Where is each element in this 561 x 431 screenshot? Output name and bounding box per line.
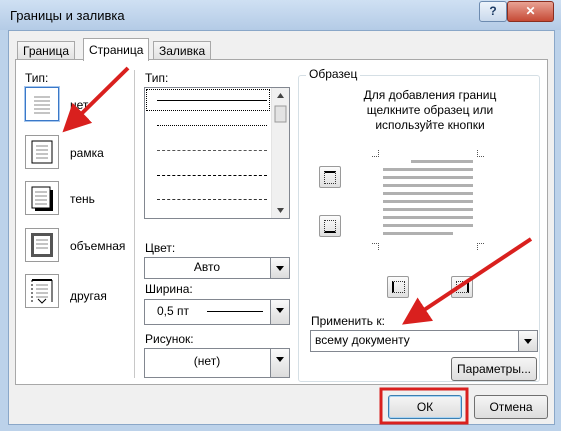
setting-custom-label: другая xyxy=(70,289,107,303)
width-value: 0,5 пт xyxy=(157,304,190,318)
preview-text-line xyxy=(383,184,473,187)
color-label: Цвет: xyxy=(145,241,176,255)
options-button[interactable]: Параметры... xyxy=(451,357,537,381)
preview-text-line xyxy=(383,176,473,179)
window-title: Границы и заливка xyxy=(10,8,125,23)
corner-mark xyxy=(372,243,379,250)
preview-text-line xyxy=(383,216,473,219)
art-value: (нет) xyxy=(193,354,221,368)
help-button[interactable]: ? xyxy=(479,1,507,22)
setting-custom-button[interactable] xyxy=(25,274,59,308)
custom-setting-icon xyxy=(31,279,53,304)
none-setting-icon xyxy=(34,96,50,114)
setting-box-button[interactable] xyxy=(25,135,59,169)
ok-button[interactable]: ОК xyxy=(388,395,462,419)
chevron-down-icon[interactable] xyxy=(270,349,289,377)
line-style-dotted[interactable] xyxy=(157,125,267,126)
3d-setting-icon xyxy=(31,233,53,257)
style-label: Тип: xyxy=(145,71,169,85)
setting-none-label: нет xyxy=(70,98,89,112)
bottom-border-icon xyxy=(324,220,336,233)
right-border-icon xyxy=(456,281,469,293)
preview-text-line xyxy=(383,224,473,227)
preview-text-line xyxy=(383,200,473,203)
art-combo[interactable]: (нет) xyxy=(144,348,290,378)
left-border-button[interactable] xyxy=(387,276,409,298)
setting-shadow-label: тень xyxy=(70,192,95,206)
dialog-window: Границы и заливка ? ✕ Граница Страница З… xyxy=(0,0,561,431)
shadow-setting-icon xyxy=(31,186,53,211)
width-label: Ширина: xyxy=(145,282,193,296)
setting-label: Тип: xyxy=(25,71,49,85)
line-style-list[interactable] xyxy=(144,87,290,219)
color-combo[interactable]: Авто xyxy=(144,257,290,279)
corner-mark xyxy=(477,150,484,157)
line-style-dashed[interactable] xyxy=(157,150,267,151)
line-style-solid[interactable] xyxy=(157,100,267,101)
column-divider xyxy=(134,70,135,378)
apply-to-combo[interactable]: всему документу xyxy=(310,330,538,352)
color-value: Авто xyxy=(193,260,221,274)
line-style-long-dashed[interactable] xyxy=(157,175,267,176)
preview-text-line xyxy=(383,208,473,211)
setting-none-button[interactable] xyxy=(25,87,59,121)
close-button[interactable]: ✕ xyxy=(507,1,554,22)
tab-shading[interactable]: Заливка xyxy=(153,41,212,60)
preview-text-line xyxy=(383,168,473,171)
box-setting-icon xyxy=(31,140,53,164)
preview-text-line xyxy=(383,192,473,195)
chevron-down-icon[interactable] xyxy=(518,331,537,351)
setting-shadow-button[interactable] xyxy=(25,181,59,215)
corner-mark xyxy=(372,150,379,157)
title-bar[interactable]: Границы и заливка ? ✕ xyxy=(0,0,561,30)
top-border-icon xyxy=(324,171,336,184)
tab-page-border[interactable]: Страница xyxy=(83,38,150,61)
width-preview-line xyxy=(207,311,263,312)
preview-label: Образец xyxy=(306,67,361,81)
line-style-scrollbar[interactable] xyxy=(271,88,289,218)
top-border-button[interactable] xyxy=(319,166,341,188)
tab-borders[interactable]: Граница xyxy=(17,41,76,60)
preview-text-line xyxy=(383,232,453,235)
left-border-icon xyxy=(392,281,405,293)
preview-text-line xyxy=(411,160,473,163)
apply-to-value: всему документу xyxy=(315,333,410,347)
corner-mark xyxy=(477,243,484,250)
setting-3d-label: объемная xyxy=(70,239,126,253)
setting-box-label: рамка xyxy=(70,146,104,160)
apply-to-label: Применить к: xyxy=(311,314,385,328)
preview-description: Для добавления границ щелкните образец и… xyxy=(363,88,497,132)
chevron-down-icon[interactable] xyxy=(270,300,289,324)
width-combo[interactable]: 0,5 пт xyxy=(144,299,290,325)
bottom-border-button[interactable] xyxy=(319,215,341,237)
right-border-button[interactable] xyxy=(451,276,473,298)
line-style-dash-dot[interactable] xyxy=(157,199,267,200)
art-label: Рисунок: xyxy=(145,332,194,346)
setting-3d-button[interactable] xyxy=(25,228,59,262)
chevron-down-icon[interactable] xyxy=(270,258,289,278)
cancel-button[interactable]: Отмена xyxy=(474,395,548,419)
scroll-arrows-icon xyxy=(274,93,287,213)
